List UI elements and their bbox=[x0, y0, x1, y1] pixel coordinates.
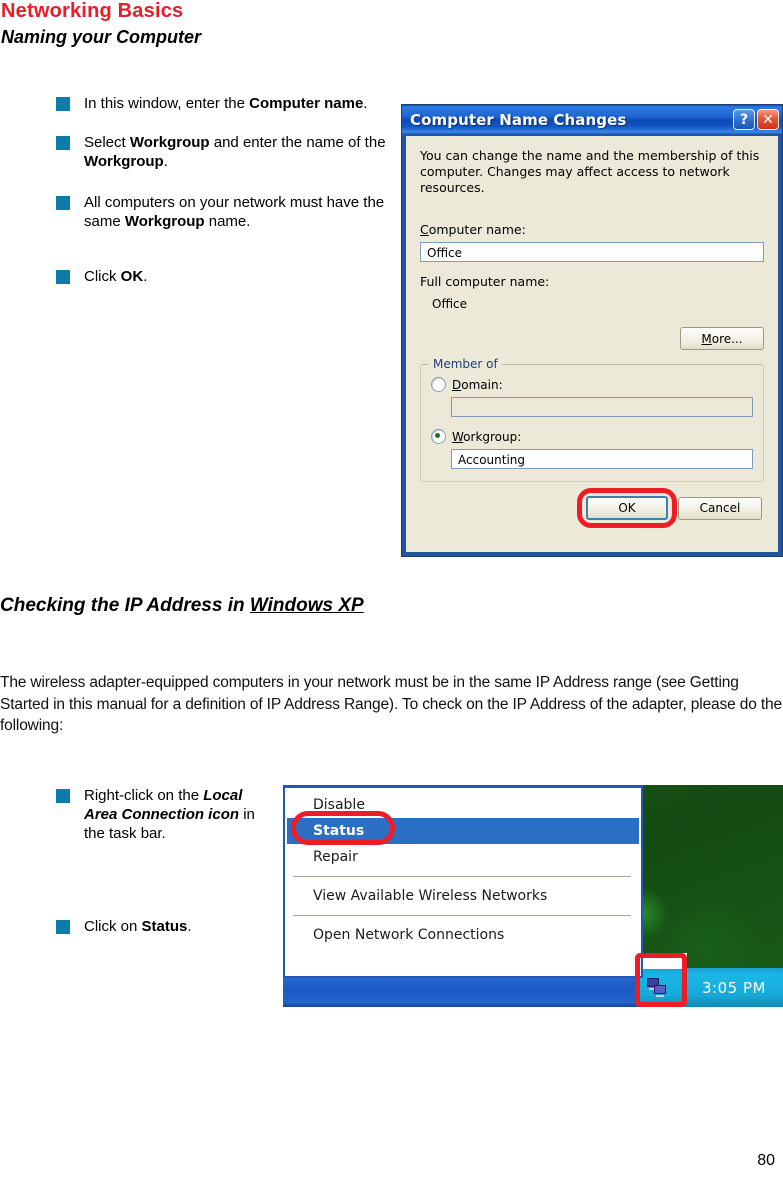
bullet-square-icon bbox=[56, 789, 70, 803]
domain-radio-button[interactable] bbox=[431, 377, 446, 392]
page-header: Networking Basics Naming your Computer bbox=[0, 0, 783, 48]
dialog-title-bar: Computer Name Changes ? ✕ bbox=[402, 105, 782, 134]
network-context-menu: Disable Status Repair View Available Wir… bbox=[283, 785, 643, 978]
dialog-body: You can change the name and the membersh… bbox=[406, 136, 778, 552]
dialog-title: Computer Name Changes bbox=[410, 110, 627, 129]
menu-separator bbox=[293, 876, 631, 877]
section-heading-underlined: Windows XP bbox=[249, 595, 364, 616]
list-item: Click OK. bbox=[56, 267, 396, 286]
instruction-list-bottom: Right-click on the Local Area Connection… bbox=[56, 786, 276, 936]
workgroup-input[interactable]: Accounting bbox=[451, 449, 753, 469]
list-item-text: In this window, enter the Computer name. bbox=[84, 95, 368, 112]
body-paragraph: The wireless adapter-equipped computers … bbox=[0, 674, 782, 734]
ok-button-wrapper: OK bbox=[577, 488, 677, 528]
menu-item-open-network-connections[interactable]: Open Network Connections bbox=[285, 922, 641, 948]
menu-item-disable[interactable]: Disable bbox=[285, 792, 641, 818]
section-heading: Checking the IP Address in Windows XP bbox=[0, 594, 364, 618]
help-icon[interactable]: ? bbox=[733, 109, 755, 130]
bullet-square-icon bbox=[56, 920, 70, 934]
list-item-text: Click on Status. bbox=[84, 918, 192, 935]
more-button-row: More... bbox=[420, 327, 764, 350]
domain-input[interactable] bbox=[451, 397, 753, 417]
instruction-list-top: In this window, enter the Computer name.… bbox=[56, 94, 396, 286]
menu-item-view-available-wireless-networks[interactable]: View Available Wireless Networks bbox=[285, 883, 641, 909]
bullet-square-icon bbox=[56, 97, 70, 111]
bullet-square-icon bbox=[56, 196, 70, 210]
bullet-square-icon bbox=[56, 136, 70, 150]
list-item-text: All computers on your network must have … bbox=[84, 194, 385, 230]
menu-separator bbox=[293, 915, 631, 916]
list-item: Right-click on the Local Area Connection… bbox=[56, 786, 276, 843]
domain-radio-row[interactable]: Domain: bbox=[431, 377, 753, 392]
workgroup-radio-row[interactable]: Workgroup: bbox=[431, 429, 753, 444]
cancel-button[interactable]: Cancel bbox=[678, 496, 762, 520]
list-item-text: Right-click on the Local Area Connection… bbox=[84, 787, 255, 842]
list-item: All computers on your network must have … bbox=[56, 193, 396, 231]
workgroup-label: Workgroup: bbox=[452, 429, 522, 444]
ok-button[interactable]: OK bbox=[586, 496, 668, 520]
context-menu-screenshot: 3:05 PM Disable Status Repair View Avail… bbox=[283, 785, 783, 1007]
computer-name-label: Computer name: bbox=[420, 222, 526, 237]
menu-item-status[interactable]: Status bbox=[287, 818, 639, 844]
domain-label: Domain: bbox=[452, 377, 503, 392]
full-computer-name-value: Office bbox=[432, 297, 468, 311]
list-item: Click on Status. bbox=[56, 917, 276, 936]
full-computer-name-label: Full computer name: bbox=[420, 274, 550, 289]
page-subtitle: Naming your Computer bbox=[1, 27, 202, 47]
list-item-text: Select Workgroup and enter the name of t… bbox=[84, 134, 386, 170]
taskbar-clock[interactable]: 3:05 PM bbox=[702, 979, 766, 997]
dialog-footer: OK Cancel bbox=[420, 488, 764, 528]
more-button[interactable]: More... bbox=[680, 327, 764, 350]
page-number: 80 bbox=[757, 1152, 775, 1169]
dialog-description: You can change the name and the membersh… bbox=[420, 148, 760, 195]
list-item: Select Workgroup and enter the name of t… bbox=[56, 133, 396, 171]
member-of-group: Member of Domain: Workgroup: Accounting bbox=[420, 357, 764, 482]
close-icon[interactable]: ✕ bbox=[757, 109, 779, 130]
menu-item-repair[interactable]: Repair bbox=[285, 844, 641, 870]
network-connection-icon[interactable] bbox=[646, 977, 668, 998]
list-item: In this window, enter the Computer name. bbox=[56, 94, 396, 113]
computer-name-changes-dialog: Computer Name Changes ? ✕ You can change… bbox=[401, 104, 783, 557]
section-heading-plain: Checking the IP Address in bbox=[0, 595, 250, 616]
page-title: Networking Basics bbox=[1, 0, 184, 22]
computer-name-input[interactable]: Office bbox=[420, 242, 764, 262]
system-tray: 3:05 PM bbox=[638, 968, 783, 1007]
bullet-square-icon bbox=[56, 270, 70, 284]
member-of-label: Member of bbox=[429, 357, 502, 371]
workgroup-radio-button[interactable] bbox=[431, 429, 446, 444]
list-item-text: Click OK. bbox=[84, 268, 148, 285]
